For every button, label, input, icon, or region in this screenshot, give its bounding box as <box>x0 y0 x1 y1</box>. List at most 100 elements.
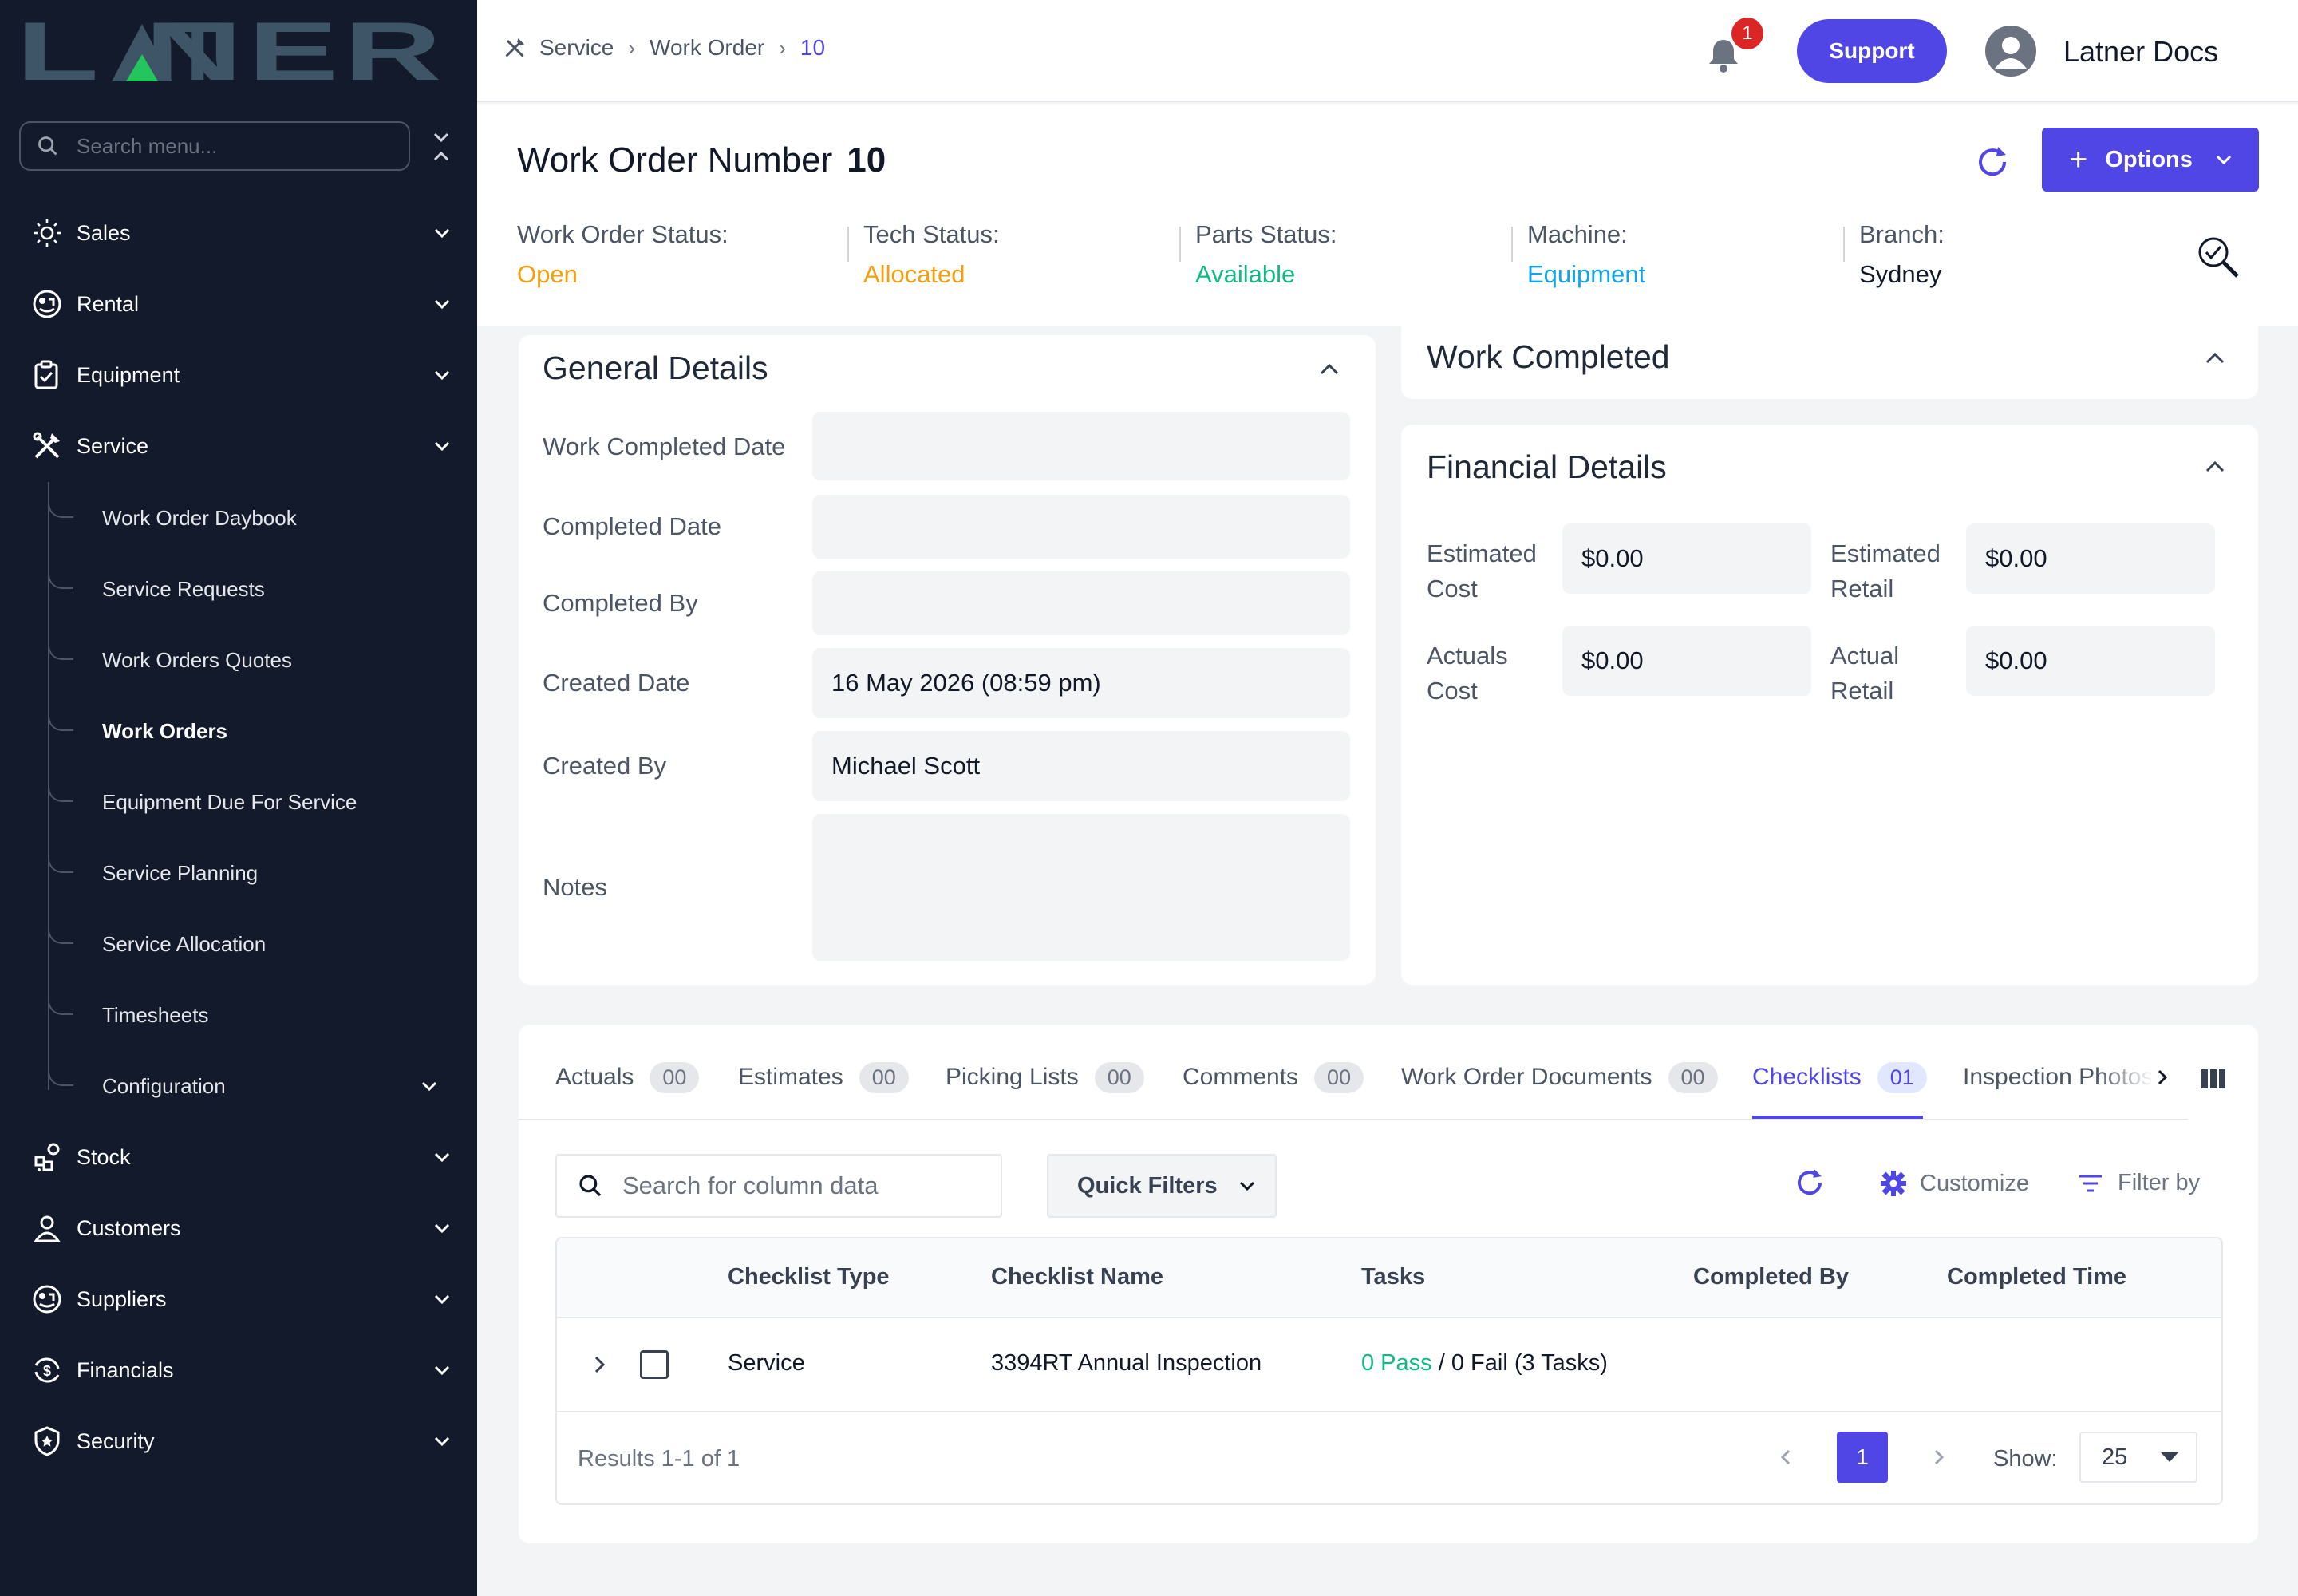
show-label: Show: <box>1993 1446 2058 1472</box>
tabs-bar: Actuals 00 Estimates 00 Picking Lists 00 Co… <box>519 1025 2258 1120</box>
table-row[interactable]: Service 3394RT Annual Inspection 0 Pass … <box>557 1318 2221 1412</box>
sidebar-sub-service-planning[interactable]: Service Planning <box>48 849 455 897</box>
work-completed-date-field[interactable] <box>812 412 1350 480</box>
column-header[interactable]: Tasks <box>1361 1264 1425 1290</box>
collapse-menu-icon[interactable] <box>428 128 455 166</box>
columns-icon[interactable] <box>2201 1068 2226 1090</box>
table-footer: Results 1-1 of 1 1 Show: 25 <box>557 1412 2221 1503</box>
checklist-type-cell: Service <box>728 1350 805 1376</box>
quick-filters-button[interactable]: Quick Filters <box>1047 1154 1277 1218</box>
column-search-input[interactable]: Search for column data <box>555 1154 1002 1218</box>
sidebar-sub-timesheets[interactable]: Timesheets <box>48 991 455 1039</box>
status-value: Open <box>517 260 578 288</box>
sidebar-sub-label: Service Planning <box>102 860 259 885</box>
stock-icon <box>30 1140 64 1174</box>
page-title: Work Order Number 10 <box>517 140 886 180</box>
checklists-table: Checklist Type Checklist Name Tasks Comp… <box>555 1237 2223 1505</box>
sidebar-item-rental[interactable]: Rental <box>30 280 455 328</box>
latner-logo[interactable]: L NER T <box>16 16 447 88</box>
completed-by-field[interactable] <box>812 571 1350 635</box>
customize-button[interactable]: Customize <box>1880 1170 2029 1197</box>
tab-work-order-documents[interactable]: Work Order Documents 00 <box>1401 1058 1718 1096</box>
sidebar-item-customers[interactable]: Customers <box>30 1204 455 1252</box>
divider <box>1511 227 1513 262</box>
user-name[interactable]: Latner Docs <box>2063 35 2218 69</box>
sidebar-item-sales[interactable]: Sales <box>30 209 455 257</box>
machine-link[interactable]: Equipment <box>1527 260 1645 289</box>
column-header[interactable]: Completed Time <box>1947 1264 2126 1290</box>
sidebar-item-equipment[interactable]: Equipment <box>30 351 455 399</box>
sidebar-sub-label: Service Requests <box>102 576 265 601</box>
tab-label: Comments <box>1183 1064 1299 1090</box>
chevron-down-icon <box>1237 1175 1258 1196</box>
row-checkbox[interactable] <box>640 1350 669 1379</box>
tab-picking-lists[interactable]: Picking Lists 00 <box>946 1058 1144 1096</box>
tab-checklists[interactable]: Checklists 01 <box>1752 1058 1927 1096</box>
actual-retail-label: Actual Retail <box>1830 638 1899 709</box>
next-page-icon[interactable] <box>1929 1446 1949 1468</box>
sidebar-item-label: Stock <box>77 1144 131 1169</box>
status-key: Machine: <box>1527 220 1628 248</box>
tab-label: Picking Lists <box>946 1064 1079 1090</box>
completed-date-field[interactable] <box>812 495 1350 559</box>
tab-actuals[interactable]: Actuals 00 <box>555 1058 700 1096</box>
expand-row-chevron-icon[interactable] <box>589 1353 611 1376</box>
sidebar-sub-equipment-due[interactable]: Equipment Due For Service <box>48 778 455 826</box>
column-header[interactable]: Checklist Name <box>991 1264 1163 1290</box>
column-header[interactable]: Checklist Type <box>728 1264 890 1290</box>
actuals-cost-field: $0.00 <box>1562 626 1811 696</box>
breadcrumb-service[interactable]: Service <box>539 35 614 61</box>
sidebar-sub-work-order-daybook[interactable]: Work Order Daybook <box>48 494 455 542</box>
tree-connector <box>48 920 73 944</box>
chevron-down-icon <box>2213 149 2234 170</box>
prev-page-icon[interactable] <box>1776 1446 1795 1468</box>
customers-icon <box>30 1211 64 1245</box>
status-value: Allocated <box>863 260 965 288</box>
refresh-icon[interactable] <box>1974 144 2011 180</box>
breadcrumb-work-order[interactable]: Work Order <box>650 35 764 61</box>
sidebar-item-service[interactable]: Service <box>30 422 455 470</box>
options-button[interactable]: + Options <box>2042 128 2259 192</box>
sidebar-sub-service-requests[interactable]: Service Requests <box>48 565 455 613</box>
support-button[interactable]: Support <box>1797 19 1947 83</box>
chevron-up-icon[interactable] <box>1317 356 1342 381</box>
column-header[interactable]: Completed By <box>1693 1264 1849 1290</box>
notes-field[interactable] <box>812 814 1350 961</box>
inspect-zoom-icon[interactable] <box>2194 233 2242 281</box>
sidebar-sub-work-orders-quotes[interactable]: Work Orders Quotes <box>48 636 455 684</box>
work-order-number: 10 <box>847 140 886 180</box>
table-refresh-icon[interactable] <box>1794 1167 1826 1199</box>
estimated-cost-label: Estimated Cost <box>1427 536 1537 606</box>
tab-estimates[interactable]: Estimates 00 <box>738 1058 909 1096</box>
sidebar-sub-configuration[interactable]: Configuration <box>48 1062 455 1110</box>
page-title-text: Work Order Number <box>517 140 833 180</box>
tab-comments[interactable]: Comments 00 <box>1183 1058 1364 1096</box>
avatar[interactable] <box>1985 26 2036 77</box>
page-size-select[interactable]: 25 <box>2079 1432 2197 1483</box>
sidebar-item-security[interactable]: Security <box>30 1417 455 1465</box>
tasks-rest: / 0 Fail (3 Tasks) <box>1431 1350 1608 1376</box>
tasks-pass: 0 Pass <box>1361 1350 1432 1376</box>
label-line: Actual <box>1830 642 1900 670</box>
page-1-button[interactable]: 1 <box>1837 1432 1888 1483</box>
table-header: Checklist Type Checklist Name Tasks Comp… <box>557 1238 2221 1318</box>
sidebar-item-stock[interactable]: Stock <box>30 1133 455 1181</box>
sales-icon <box>30 216 64 250</box>
breadcrumb-current: 10 <box>800 35 826 60</box>
sidebar-item-suppliers[interactable]: Suppliers <box>30 1275 455 1323</box>
chevron-up-icon[interactable] <box>2202 453 2228 479</box>
chevron-down-icon <box>431 1359 453 1381</box>
chevron-up-icon[interactable] <box>2202 345 2228 370</box>
sidebar-item-financials[interactable]: $ Financials <box>30 1346 455 1394</box>
sidebar-sub-work-orders[interactable]: Work Orders <box>48 707 455 755</box>
menu-search-input[interactable]: Search menu... <box>19 121 410 171</box>
shield-icon <box>30 1424 64 1458</box>
tab-count: 01 <box>1877 1061 1927 1093</box>
sidebar-sub-label: Work Orders Quotes <box>102 647 292 672</box>
filter-by-button[interactable]: Filter by <box>2078 1170 2200 1196</box>
results-count: Results 1-1 of 1 <box>578 1446 740 1472</box>
tab-inspection-photos[interactable]: Inspection Photos <box>1963 1058 2151 1096</box>
sidebar-sub-service-allocation[interactable]: Service Allocation <box>48 920 455 968</box>
chevron-right-icon[interactable] <box>2153 1066 2174 1088</box>
status-key: Parts Status: <box>1195 220 1337 248</box>
